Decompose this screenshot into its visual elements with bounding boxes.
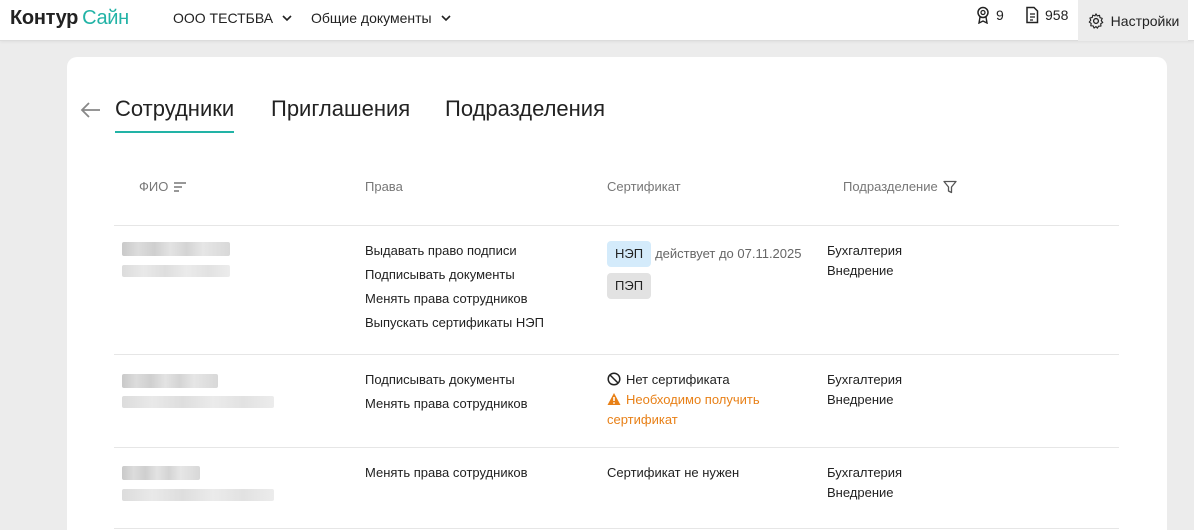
- filter-icon[interactable]: [943, 180, 957, 194]
- tab-employees[interactable]: Сотрудники: [115, 96, 235, 133]
- certificate-cell: Нет сертификата Необходимо получить серт…: [607, 370, 797, 427]
- docs-dropdown[interactable]: Общие документы: [311, 10, 452, 26]
- divider: [114, 225, 1119, 226]
- employee-email-redacted: [122, 396, 274, 408]
- tab-departments[interactable]: Подразделения: [445, 96, 605, 122]
- documents-counter[interactable]: 958: [1024, 6, 1068, 24]
- right-item: Менять права сотрудников: [365, 396, 528, 411]
- award-icon: [977, 6, 989, 24]
- department-item: Бухгалтерия: [827, 243, 903, 258]
- settings-label: Настройки: [1110, 12, 1180, 29]
- back-arrow-icon[interactable]: [79, 98, 103, 122]
- logo[interactable]: Контур Сайн: [10, 7, 129, 30]
- column-header-rights: Права: [365, 179, 403, 194]
- column-header-certificate: Сертификат: [607, 179, 681, 194]
- logo-part-2: Сайн: [82, 7, 129, 29]
- no-entry-icon: [607, 372, 621, 386]
- certificate-status: Нет сертификата: [626, 372, 730, 387]
- right-item: Менять права сотрудников: [365, 291, 528, 306]
- divider: [114, 354, 1119, 355]
- department-item: Внедрение: [827, 485, 894, 500]
- department-list: Бухгалтерия Внедрение: [827, 370, 902, 410]
- org-dropdown-label: ООО ТЕСТБВА: [173, 10, 274, 26]
- department-item: Бухгалтерия: [827, 465, 903, 480]
- certificate-cell: Сертификат не нужен: [607, 461, 739, 485]
- certificates-counter[interactable]: 9: [975, 6, 1004, 24]
- divider: [114, 447, 1119, 448]
- right-item: Выпускать сертификаты НЭП: [365, 315, 544, 330]
- certificate-warning[interactable]: Необходимо получить сертификат: [607, 390, 797, 427]
- sort-icon[interactable]: [173, 180, 187, 194]
- rights-list: Выдавать право подписи Подписывать докум…: [365, 239, 544, 335]
- employee-name-redacted: [122, 374, 218, 388]
- right-item: Выдавать право подписи: [365, 243, 517, 258]
- nep-badge: НЭП: [607, 241, 652, 267]
- certificate-status: Сертификат не нужен: [607, 465, 740, 480]
- gear-icon: [1088, 12, 1103, 29]
- department-item: Внедрение: [827, 263, 894, 278]
- rights-list: Подписывать документы Менять права сотру…: [365, 368, 528, 416]
- chevron-down-icon: [441, 15, 451, 22]
- divider: [114, 528, 1119, 529]
- documents-count: 958: [1045, 7, 1069, 23]
- employee-name-redacted: [122, 466, 200, 480]
- column-header-department-label: Подразделение: [843, 179, 938, 194]
- employee-email-redacted: [122, 489, 274, 501]
- employee-email-redacted: [122, 265, 230, 277]
- department-item: Внедрение: [827, 392, 894, 407]
- org-dropdown[interactable]: ООО ТЕСТБВА: [173, 10, 293, 26]
- right-item: Подписывать документы: [365, 267, 515, 282]
- department-item: Бухгалтерия: [827, 372, 903, 387]
- rights-list: Менять права сотрудников: [365, 461, 528, 485]
- certificate-cell: НЭП действует до 07.11.2025 ПЭП: [607, 241, 801, 299]
- certificate-validity: действует до 07.11.2025: [655, 246, 802, 261]
- tab-invitations[interactable]: Приглашения: [271, 96, 410, 122]
- right-item: Подписывать документы: [365, 372, 515, 387]
- chevron-down-icon: [282, 15, 292, 22]
- department-list: Бухгалтерия Внедрение: [827, 241, 902, 281]
- logo-part-1: Контур: [10, 7, 79, 29]
- certificates-count: 9: [996, 7, 1004, 23]
- column-header-department[interactable]: Подразделение: [843, 179, 957, 194]
- pep-badge: ПЭП: [607, 273, 652, 299]
- column-header-name[interactable]: ФИО: [139, 179, 187, 194]
- warning-icon: [607, 393, 621, 405]
- settings-button[interactable]: Настройки: [1078, 0, 1188, 41]
- right-item: Менять права сотрудников: [365, 465, 528, 480]
- docs-dropdown-label: Общие документы: [311, 10, 432, 26]
- column-header-name-label: ФИО: [139, 179, 169, 194]
- top-bar: Контур Сайн ООО ТЕСТБВА Общие документы 9…: [0, 0, 1194, 41]
- department-list: Бухгалтерия Внедрение: [827, 463, 902, 503]
- employee-name-redacted: [122, 242, 230, 256]
- document-icon: [1026, 6, 1039, 24]
